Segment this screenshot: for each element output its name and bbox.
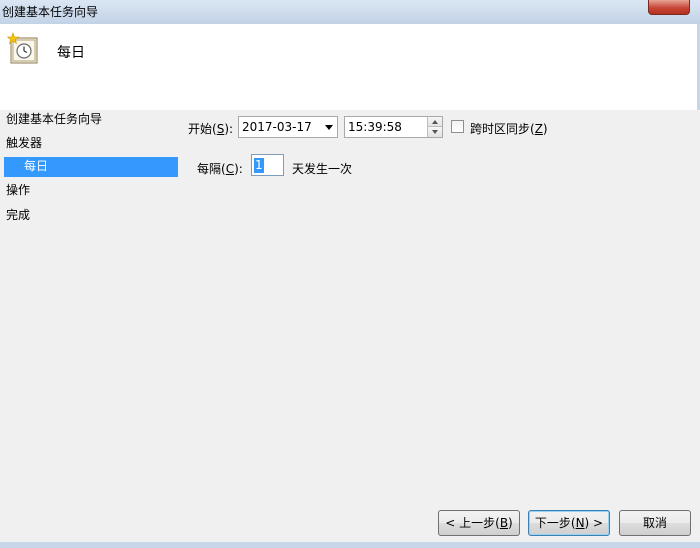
start-time-spinner[interactable]: 15:39:58	[344, 116, 443, 138]
step-trigger[interactable]: 触发器	[6, 134, 42, 154]
back-button[interactable]: < 上一步(B)	[438, 510, 520, 536]
window-bottom-border	[0, 542, 700, 548]
title-bar[interactable]: 创建基本任务向导	[0, 0, 700, 25]
arrow-down-icon	[432, 130, 438, 134]
cancel-button[interactable]: 取消	[619, 510, 691, 536]
step-daily-label: 每日	[24, 159, 49, 173]
recur-days-input[interactable]: 1	[251, 154, 284, 176]
sync-timezone-checkbox[interactable]	[451, 120, 464, 133]
close-button[interactable]	[648, 0, 690, 15]
start-label: 开始(S):	[188, 122, 234, 136]
wizard-window: 创建基本任务向导 每日 创建基本任务向导 触发器 每日 操作 完成 开始(S):…	[0, 0, 700, 548]
arrow-up-icon	[432, 120, 438, 124]
recur-days-value: 1	[254, 158, 264, 173]
start-date-value: 2017-03-17	[242, 120, 312, 134]
calendar-clock-icon	[6, 32, 38, 64]
next-button[interactable]: 下一步(N) >	[528, 510, 610, 536]
wizard-header: 每日	[0, 24, 700, 110]
step-action[interactable]: 操作	[6, 181, 30, 201]
page-title: 每日	[57, 45, 85, 61]
step-create-basic-task[interactable]: 创建基本任务向导	[6, 110, 102, 130]
spin-down-button[interactable]	[427, 127, 442, 137]
step-daily[interactable]: 每日	[4, 157, 178, 177]
start-date-picker[interactable]: 2017-03-17	[238, 116, 338, 138]
dropdown-arrow-icon[interactable]	[325, 125, 333, 130]
window-title: 创建基本任务向导	[2, 5, 99, 19]
step-finish[interactable]: 完成	[6, 206, 30, 226]
recur-label: 每隔(C):	[197, 162, 243, 176]
recur-suffix: 天发生一次	[292, 162, 353, 176]
spin-up-button[interactable]	[427, 117, 442, 127]
sync-timezone-label[interactable]: 跨时区同步(Z)	[470, 120, 548, 137]
start-time-value: 15:39:58	[348, 120, 402, 134]
